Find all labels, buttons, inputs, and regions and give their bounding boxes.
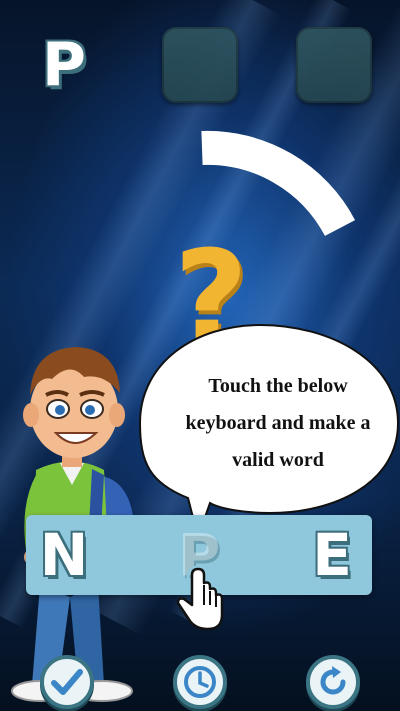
check-button[interactable]	[40, 655, 94, 709]
tutorial-text: Touch the below keyboard and make a vali…	[160, 368, 396, 479]
answer-slot-3[interactable]	[296, 27, 372, 103]
pointing-hand-icon	[176, 565, 224, 631]
answer-slot-1[interactable]: P	[26, 27, 102, 103]
check-icon	[51, 669, 83, 695]
key-n[interactable]: N	[28, 519, 100, 591]
tutorial-line-3: valid word	[232, 449, 324, 471]
answer-slot-2[interactable]	[162, 27, 238, 103]
clock-icon	[184, 666, 216, 698]
refresh-icon	[320, 666, 346, 695]
key-e[interactable]: E	[296, 519, 368, 591]
hint-timer-button[interactable]	[173, 655, 227, 709]
answer-slot-3-letter	[296, 27, 372, 103]
tutorial-line-1: Touch the below	[208, 375, 348, 397]
answer-slot-1-letter: P	[42, 30, 86, 100]
answer-slot-2-letter	[162, 27, 238, 103]
restart-button[interactable]	[306, 655, 360, 709]
tutorial-line-2: keyboard and make a	[185, 412, 371, 434]
